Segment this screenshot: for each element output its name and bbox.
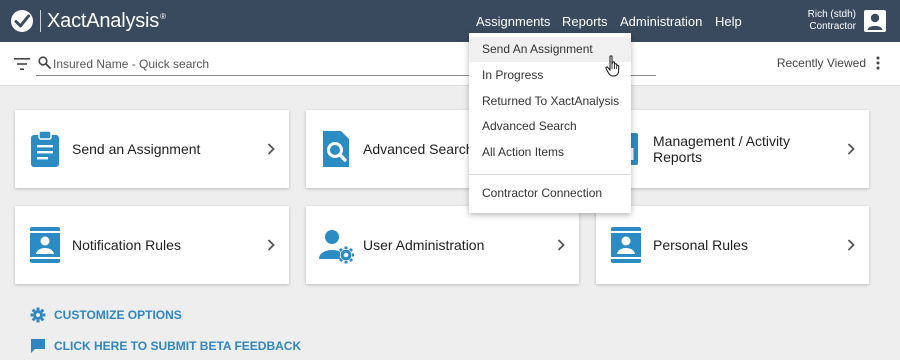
card-send-assignment[interactable]: Send an Assignment xyxy=(15,110,289,188)
document-search-icon xyxy=(323,131,349,167)
filter-icon[interactable] xyxy=(14,58,30,70)
user-role: Contractor xyxy=(809,21,856,32)
top-navigation-bar: XactAnalysis® Assignments Reports Admini… xyxy=(0,0,900,42)
card-management-reports[interactable]: Management / Activity Reports xyxy=(596,110,869,188)
chat-bubble-icon xyxy=(31,339,45,353)
id-card-icon xyxy=(30,227,60,263)
recently-viewed-button[interactable]: Recently Viewed xyxy=(777,56,866,70)
brand-logo[interactable]: XactAnalysis® xyxy=(10,8,166,34)
beta-feedback-link[interactable]: CLICK HERE TO SUBMIT BETA FEEDBACK xyxy=(30,338,301,354)
nav-help[interactable]: Help xyxy=(715,0,742,42)
id-card-icon xyxy=(611,227,641,263)
brand-name: XactAnalysis® xyxy=(47,9,166,32)
avatar[interactable] xyxy=(864,10,886,32)
customize-options-link[interactable]: CUSTOMIZE OPTIONS xyxy=(30,307,182,323)
clipboard-icon xyxy=(31,130,59,167)
more-vertical-icon[interactable] xyxy=(876,56,880,70)
chevron-right-icon xyxy=(847,239,855,251)
card-personal-rules[interactable]: Personal Rules xyxy=(596,206,869,284)
menu-item-contractor-connection[interactable]: Contractor Connection xyxy=(469,181,631,206)
menu-item-returned[interactable]: Returned To XactAnalysis xyxy=(469,89,631,114)
menu-divider xyxy=(469,174,631,175)
menu-item-all-action-items[interactable]: All Action Items xyxy=(469,140,631,165)
gear-icon xyxy=(30,307,46,323)
hand-cursor-icon xyxy=(605,55,620,77)
chevron-right-icon xyxy=(267,239,275,251)
card-label: Send an Assignment xyxy=(72,141,201,157)
card-label: Notification Rules xyxy=(72,237,181,253)
chevron-right-icon xyxy=(847,143,855,155)
brand-check-icon xyxy=(11,10,33,32)
user-name: Rich (stdh) xyxy=(807,9,856,20)
card-label: User Administration xyxy=(363,237,485,253)
chevron-right-icon xyxy=(557,239,565,251)
customize-options-label: CUSTOMIZE OPTIONS xyxy=(54,308,182,322)
beta-feedback-label: CLICK HERE TO SUBMIT BETA FEEDBACK xyxy=(54,339,302,353)
card-notification-rules[interactable]: Notification Rules xyxy=(15,206,289,284)
menu-item-advanced-search[interactable]: Advanced Search xyxy=(469,114,631,139)
card-label: Advanced Search xyxy=(363,141,474,157)
card-user-administration[interactable]: User Administration xyxy=(306,206,579,284)
card-label: Personal Rules xyxy=(653,237,748,253)
card-label: Management / Activity Reports xyxy=(653,133,790,165)
search-icon xyxy=(38,56,51,69)
user-info[interactable]: Rich (stdh) Contractor xyxy=(808,9,856,33)
user-gear-icon xyxy=(319,230,354,264)
search-bar: Recently Viewed xyxy=(0,42,900,86)
nav-administration[interactable]: Administration xyxy=(620,0,702,42)
user-avatar-icon xyxy=(865,11,885,31)
chevron-right-icon xyxy=(267,143,275,155)
logo-divider xyxy=(40,10,41,32)
